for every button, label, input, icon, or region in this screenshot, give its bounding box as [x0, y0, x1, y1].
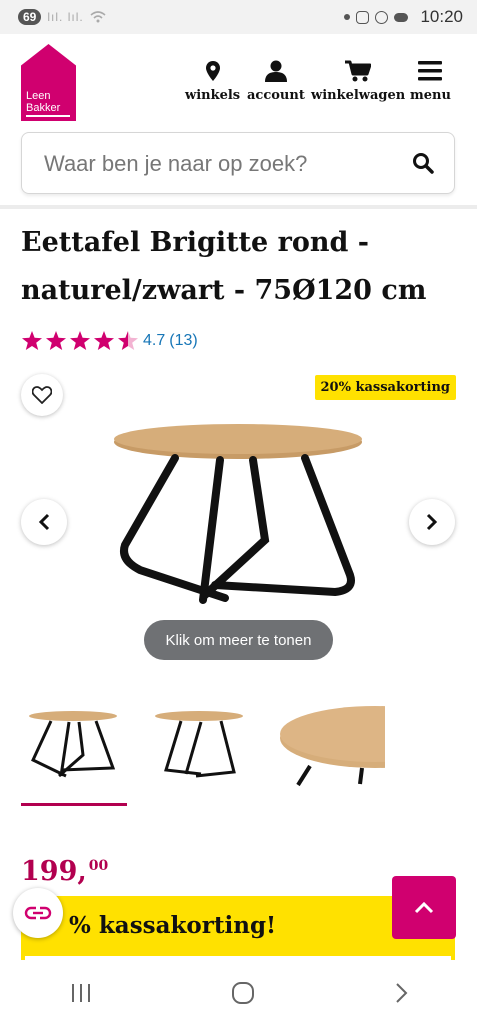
promo-banner-text: % kassakorting! — [69, 912, 277, 939]
review-count[interactable]: (13) — [169, 332, 197, 350]
signal-icon: lıl. lıl. — [47, 10, 84, 24]
thumbnail-1[interactable] — [21, 700, 126, 795]
logo-text: Leen Bakker — [26, 90, 60, 114]
clock: 10:20 — [420, 7, 463, 26]
header-divider — [0, 205, 477, 209]
gallery-next-button[interactable] — [409, 499, 455, 545]
rating-value[interactable]: 4.7 — [143, 332, 165, 350]
chevron-left-icon — [38, 513, 50, 531]
product-image-table[interactable] — [105, 420, 375, 620]
nav-label-winkels: winkels — [185, 88, 241, 103]
notification-badge: 69 — [18, 9, 42, 25]
rating-stars — [22, 331, 138, 350]
home-icon[interactable] — [231, 981, 255, 1005]
android-nav-bar — [0, 962, 477, 1024]
compare-icon — [24, 906, 52, 920]
thumbnail-2[interactable] — [146, 700, 251, 795]
status-bar: 69 lıl. lıl. 10:20 — [0, 0, 477, 34]
star-icon — [46, 331, 66, 350]
thumbnail-active-indicator — [21, 803, 127, 806]
favorite-button[interactable] — [21, 374, 63, 416]
leen-bakker-logo[interactable]: Leen Bakker — [21, 44, 76, 121]
dot-icon — [344, 14, 351, 20]
compare-button[interactable] — [13, 888, 63, 938]
promo-banner-inner — [25, 956, 451, 960]
star-icon — [22, 331, 42, 350]
star-icon — [94, 331, 114, 350]
scroll-to-top-button[interactable] — [392, 876, 456, 939]
heart-icon — [32, 386, 52, 404]
star-icon — [70, 331, 90, 350]
product-title: Eettafel Brigitte rond - naturel/zwart -… — [21, 227, 427, 306]
instagram-icon — [356, 10, 370, 24]
back-icon[interactable] — [394, 982, 408, 1004]
nav-label-account: account — [247, 88, 305, 103]
product-price: 199, 00 — [21, 856, 108, 887]
chevron-right-icon — [426, 513, 438, 531]
recent-apps-icon[interactable] — [70, 983, 92, 1003]
cloud-icon — [394, 12, 409, 22]
product-rating[interactable]: 4.7 (13) — [21, 330, 198, 352]
user-icon — [264, 58, 287, 84]
nav-label-winkelwagen: winkelwagen — [311, 88, 406, 103]
site-header: Leen Bakker winkels account winkelwagen … — [0, 34, 477, 124]
logo-line-1: Leen — [26, 90, 51, 102]
status-left: 69 lıl. lıl. — [18, 9, 106, 25]
nav-menu[interactable]: menu — [410, 58, 451, 103]
chevron-up-icon — [414, 901, 434, 913]
nav-winkels[interactable]: winkels — [185, 58, 240, 103]
nav-account[interactable]: account — [247, 58, 305, 103]
logo-line-2: Bakker — [26, 102, 61, 114]
promo-banner: % kassakorting! — [21, 896, 455, 960]
price-cents: 00 — [88, 858, 109, 874]
search-icon[interactable] — [412, 152, 434, 174]
show-more-button[interactable]: Klik om meer te tonen — [144, 620, 333, 660]
gallery-prev-button[interactable] — [21, 499, 67, 545]
thumbnail-3[interactable] — [280, 700, 385, 795]
nav-label-menu: menu — [410, 88, 451, 103]
nav-winkelwagen[interactable]: winkelwagen — [311, 58, 405, 103]
search-bar[interactable]: Waar ben je naar op zoek? — [21, 132, 455, 194]
logo-underline — [26, 115, 70, 117]
half-star-icon — [118, 331, 138, 350]
discount-badge: 20% kassakorting — [314, 375, 456, 400]
status-right: 10:20 — [344, 7, 463, 27]
hamburger-icon — [418, 58, 443, 84]
location-pin-icon — [205, 58, 220, 84]
search-input[interactable]: Waar ben je naar op zoek? — [44, 151, 307, 177]
app-icon — [375, 10, 389, 24]
cart-icon — [345, 58, 372, 84]
wifi-icon — [90, 11, 106, 23]
price-main: 199, — [21, 856, 87, 887]
